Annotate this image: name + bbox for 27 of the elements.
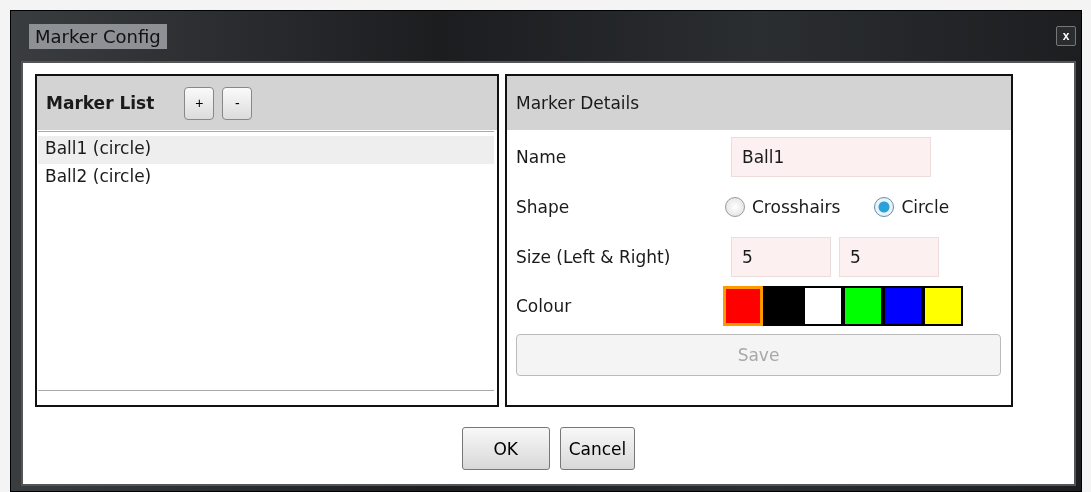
colour-swatch[interactable] [803,286,843,326]
colour-swatch[interactable] [763,286,803,326]
remove-button[interactable]: - [222,86,253,120]
window-title: Marker Config [29,23,167,49]
add-button[interactable]: + [184,86,215,120]
field-label: Size (Left & Right) [516,247,672,267]
list-item[interactable]: Ball2 (circle) [38,164,494,192]
panel-title: Marker List [46,93,155,113]
field-label: Shape [516,197,571,217]
size-right-field[interactable]: 5 [839,237,939,277]
close-button[interactable]: x [1056,26,1076,46]
list-item[interactable]: Ball1 (circle) [38,136,494,164]
panel-title: Marker Details [516,93,640,113]
radio-label: Circle [901,197,950,217]
dialog-button[interactable]: Cancel [559,427,636,470]
colour-swatch[interactable] [723,286,763,326]
radio-label: Crosshairs [752,197,841,217]
field-label: Colour [516,296,573,316]
field-label: Name [516,147,568,167]
colour-swatch[interactable] [843,286,883,326]
name-field[interactable]: Ball1 [731,137,931,177]
radio-option[interactable]: Circle [874,197,950,217]
colour-swatch[interactable] [923,286,963,326]
dialog-button[interactable]: OK [461,427,550,470]
colour-swatch[interactable] [883,286,923,326]
radio-option[interactable]: Crosshairs [725,197,841,217]
size-left-field[interactable]: 5 [731,237,831,277]
